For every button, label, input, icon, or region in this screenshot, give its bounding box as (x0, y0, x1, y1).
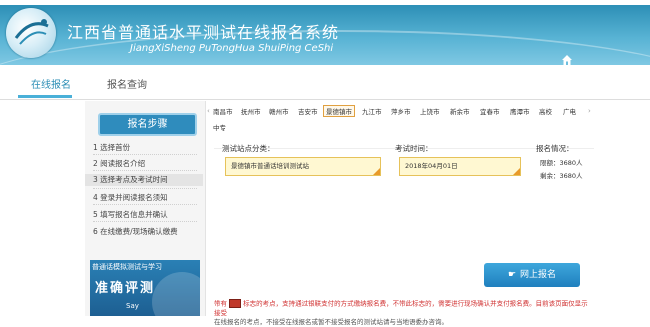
banner-heading: 普通话模拟测试与学习 (92, 263, 162, 271)
nav-signup-query[interactable]: 报名查询 (107, 76, 147, 91)
payment-note: 带有 标志的考点，支持通过银联支付的方式缴纳报名费，不带此标志的，需要进行现场确… (214, 299, 594, 327)
tab-city[interactable]: 新余市 (450, 106, 470, 116)
tab-city[interactable]: 萍乡市 (391, 106, 411, 116)
tab-city[interactable]: 九江市 (362, 106, 382, 116)
home-icon[interactable] (561, 51, 573, 65)
divider (93, 170, 197, 171)
tab-city[interactable]: 吉安市 (298, 106, 318, 116)
site-category-value: 景德镇市普通话培训测试站 (231, 162, 309, 170)
banner-title: 准确评测 (95, 281, 156, 296)
exam-date-label: 考试时间： (395, 144, 433, 153)
step-item: 5 填写报名信息并确认 (93, 210, 168, 219)
site-category-select[interactable]: 景德镇市普通话培训测试站 (225, 157, 381, 176)
exam-date-select[interactable]: 2018年04月01日 (399, 157, 521, 176)
tab-city[interactable]: 抚州市 (241, 106, 261, 116)
site-title: 江西省普通话水平测试在线报名系统 (67, 23, 340, 42)
online-signup-button[interactable]: ☛ 网上报名 (484, 263, 580, 287)
step-item-active: 3 选择考点及考试时间 (85, 174, 203, 186)
unionpay-card-icon (229, 299, 242, 308)
site-subtitle: JiangXiSheng PuTongHua ShuiPing CeShi (130, 43, 334, 54)
tab-city[interactable]: 高校 (539, 106, 552, 116)
exam-date-value: 2018年04月01日 (405, 162, 458, 170)
remaining-label: 剩余： (540, 172, 560, 180)
step-item: 2 阅读报名介绍 (93, 159, 146, 168)
banner-decoration (152, 272, 200, 316)
hand-pointer-icon: ☛ (507, 270, 517, 280)
tab-city[interactable]: 广电 (563, 106, 576, 116)
site-category-label: 测试站点分类： (222, 144, 275, 153)
tab-city-active[interactable]: 景德镇市 (323, 105, 355, 117)
tab-city[interactable]: 鹰潭市 (510, 106, 530, 116)
quota-row: 限额：3680人 (540, 157, 583, 167)
divider (93, 204, 197, 205)
promo-banner[interactable]: 普通话模拟测试与学习 准确评测 Say (90, 260, 200, 316)
tab-city[interactable]: 上饶市 (420, 106, 440, 116)
quota-value: 3680人 (559, 159, 583, 167)
steps-title: 报名步骤 (98, 113, 197, 136)
site-logo-icon (6, 8, 56, 58)
step-item: 1 选择首份 (93, 143, 131, 152)
banner-caption: Say (126, 302, 139, 310)
note-prefix: 带有 (214, 299, 227, 308)
divider (93, 188, 197, 189)
nav-active-underline (18, 95, 72, 98)
signup-status-label: 报名情况： (536, 144, 574, 153)
divider (93, 221, 197, 222)
note-line1: 标志的考点，支持通过银联支付的方式缴纳报名费，不带此标志的，需要进行现场确认并支… (214, 299, 588, 317)
remaining-value: 3680人 (559, 172, 583, 180)
tab-city[interactable]: 宜春市 (480, 106, 500, 116)
site-header: 江西省普通话水平测试在线报名系统 JiangXiSheng PuTongHua … (0, 5, 650, 65)
divider (93, 154, 197, 155)
tab-city[interactable]: 中专 (213, 122, 226, 132)
main-nav: 在线报名 报名查询 (0, 65, 650, 100)
quota-label: 限额： (540, 159, 560, 167)
nav-online-signup[interactable]: 在线报名 (31, 76, 71, 91)
step-item: 4 登录并阅读报名须知 (93, 193, 168, 202)
online-signup-button-label: 网上报名 (520, 270, 557, 280)
dropdown-corner-icon (513, 168, 520, 175)
dropdown-corner-icon (373, 168, 380, 175)
tab-city[interactable]: 赣州市 (269, 106, 289, 116)
step-item: 6 在线缴费/现场确认缴费 (93, 227, 178, 236)
note-line2: 在线报名的考点，不接受在线报名或暂不接受报名的测试站请与当地语委办咨询。 (214, 317, 448, 326)
remaining-row: 剩余：3680人 (540, 170, 583, 180)
city-tabs: 南昌市 抚州市 赣州市 吉安市 景德镇市 九江市 萍乡市 上饶市 新余市 宜春市… (207, 101, 597, 133)
steps-sidebar: 报名步骤 1 选择首份 2 阅读报名介绍 3 选择考点及考试时间 4 登录并阅读… (85, 101, 206, 316)
tab-city[interactable]: 南昌市 (213, 106, 233, 116)
